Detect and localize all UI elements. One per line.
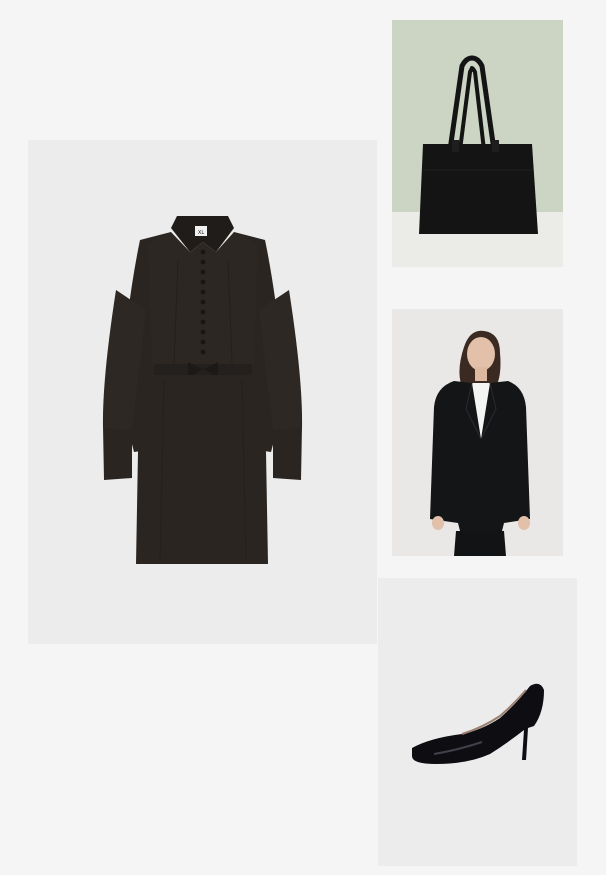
right-cuff [273, 426, 302, 480]
dress-belt [154, 364, 252, 375]
tote-bag-image [392, 20, 563, 267]
heels-card[interactable] [378, 578, 577, 866]
outfit-collage: XL [0, 0, 606, 875]
pump-heels-image [378, 578, 577, 866]
dress-image: XL [28, 140, 377, 644]
bag-body [419, 144, 538, 234]
dress-card[interactable]: XL [28, 140, 377, 644]
blazer-card[interactable] [392, 309, 563, 556]
blazer-model-image [392, 309, 563, 556]
dress-label-text: XL [198, 230, 204, 236]
left-cuff [103, 426, 132, 480]
tote-bag-card[interactable] [392, 20, 563, 267]
